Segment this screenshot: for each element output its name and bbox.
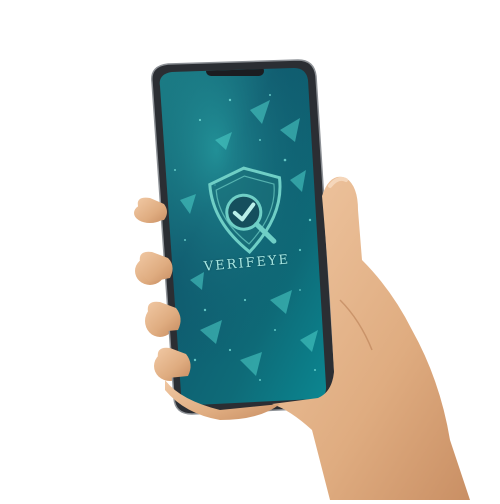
hand-holding-phone-image: [134, 59, 470, 501]
photo-scene: VERIFEYE: [0, 0, 500, 501]
